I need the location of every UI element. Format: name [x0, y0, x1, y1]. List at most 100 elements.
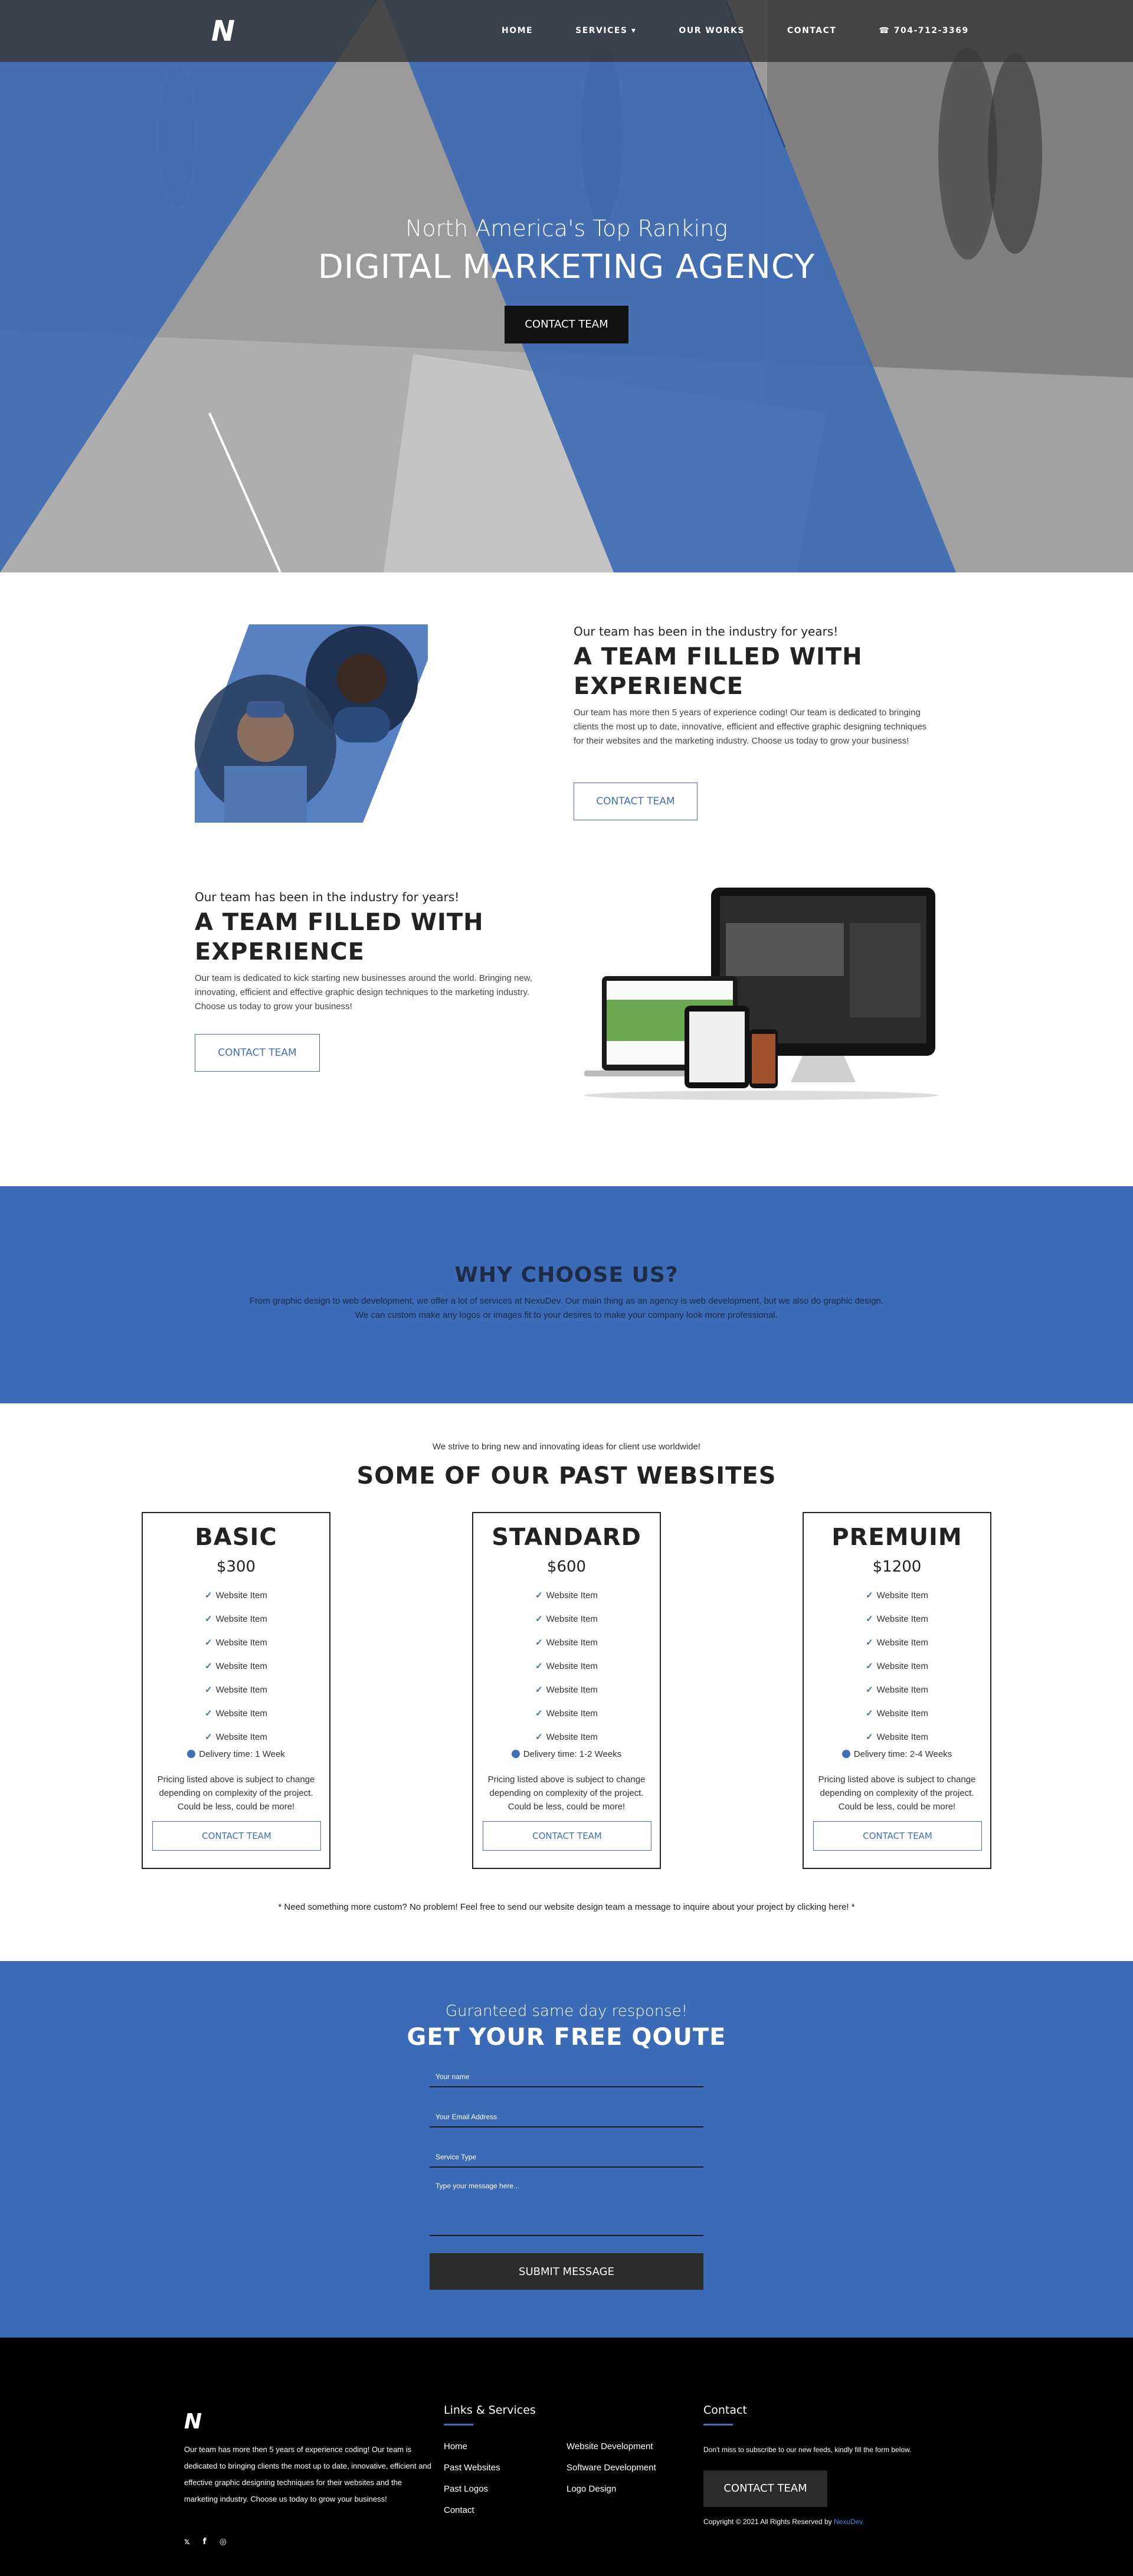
top-navbar: N HOME SERVICES ▾ OUR WORKS CONTACT ☎ 70…	[0, 0, 1133, 62]
hero-contact-button[interactable]: CONTACT TEAM	[505, 306, 628, 343]
check-icon: ✓	[205, 1590, 212, 1600]
list-item: ✓ Website Item	[205, 1732, 267, 1742]
quote-title: GET YOUR FREE QOUTE	[407, 2024, 726, 2051]
check-icon: ✓	[535, 1590, 543, 1600]
footer-link-web-dev[interactable]: Website Development	[566, 2441, 653, 2451]
plan-note: Pricing listed above is subject to chang…	[818, 1775, 976, 1812]
plan-price: $1200	[872, 1558, 922, 1576]
hero-subtitle: North America's Top Ranking	[405, 215, 728, 241]
list-item: ✓ Website Item	[205, 1638, 267, 1648]
message-field[interactable]	[430, 2178, 703, 2236]
footer-contact-button[interactable]: CONTACT TEAM	[703, 2470, 827, 2507]
plan-features: ✓ Website Item ✓ Website Item ✓ Website Ite…	[473, 1584, 660, 1749]
list-item: ✓ Website Item	[535, 1685, 598, 1695]
check-icon: ✓	[866, 1590, 873, 1600]
clock-icon	[187, 1750, 196, 1758]
footer-link-logo-design[interactable]: Logo Design	[566, 2484, 616, 2494]
check-icon: ✓	[205, 1732, 212, 1742]
check-icon: ✓	[535, 1638, 543, 1648]
plan-features: ✓ Website Item ✓ Website Item ✓ Website Ite…	[804, 1584, 990, 1749]
footer: N Our team has more then 5 years of expe…	[0, 2338, 1133, 2576]
plan-note: Pricing listed above is subject to chang…	[157, 1775, 315, 1812]
plan-delivery: Delivery time: 2-4 Weeks	[804, 1749, 990, 1759]
list-item: ✓ Website Item	[535, 1708, 598, 1719]
footer-link-home[interactable]: Home	[444, 2441, 467, 2451]
hero-section: North America's Top Ranking DIGITAL MARK…	[0, 0, 1133, 572]
team1-contact-button[interactable]: CONTACT TEAM	[574, 783, 698, 820]
links-heading: Links & Services	[444, 2404, 536, 2426]
plan-contact-button[interactable]: CONTACT TEAM	[483, 1821, 651, 1851]
nav-our-works[interactable]: OUR WORKS	[679, 26, 744, 35]
custom-project-note[interactable]: * Need something more custom? No problem…	[0, 1902, 1133, 1912]
check-icon: ✓	[535, 1708, 543, 1719]
service-type-field[interactable]	[430, 2148, 703, 2168]
footer-about-text: Our team has more then 5 years of experi…	[184, 2445, 431, 2503]
name-field[interactable]	[430, 2067, 703, 2087]
list-item: ✓ Website Item	[205, 1685, 267, 1695]
check-icon: ✓	[205, 1661, 212, 1671]
pricing-kicker: We strive to bring new and innovating id…	[432, 1442, 701, 1452]
check-icon: ✓	[535, 1614, 543, 1624]
brand-link[interactable]: NexuDev.	[834, 2518, 865, 2526]
list-item: ✓ Website Item	[535, 1661, 598, 1671]
check-icon: ✓	[205, 1614, 212, 1624]
check-icon: ✓	[866, 1661, 873, 1671]
clock-icon	[841, 1750, 850, 1758]
plan-features: ✓ Website Item ✓ Website Item ✓ Website Ite…	[143, 1584, 329, 1749]
nav-services[interactable]: SERVICES ▾	[575, 26, 636, 35]
plan-price: $600	[546, 1558, 587, 1576]
check-icon: ✓	[866, 1685, 873, 1695]
subscribe-text: Don't miss to subscribe to our new feeds…	[703, 2446, 912, 2454]
plan-price: $300	[216, 1558, 256, 1576]
why-text-line1: From graphic design to web development, …	[249, 1296, 884, 1306]
email-field[interactable]	[430, 2107, 703, 2127]
why-text-line2: We can custom make any logos or images f…	[355, 1310, 778, 1320]
device-mockups-image	[584, 888, 938, 1100]
list-item: ✓ Website Item	[205, 1708, 267, 1719]
twitter-icon[interactable]: 𝕩	[184, 2537, 190, 2546]
plan-note: Pricing listed above is subject to chang…	[487, 1775, 646, 1812]
team-section-2: Our team has been in the industry for ye…	[0, 855, 1133, 1186]
team2-contact-button[interactable]: CONTACT TEAM	[195, 1034, 320, 1072]
team2-kicker: Our team has been in the industry for ye…	[195, 890, 460, 904]
team2-text: Our team is dedicated to kick starting n…	[195, 973, 532, 1012]
footer-link-contact[interactable]: Contact	[444, 2505, 474, 2515]
plan-name: BASIC	[195, 1524, 277, 1551]
check-icon: ✓	[205, 1685, 212, 1695]
pricing-section: We strive to bring new and innovating id…	[0, 1403, 1133, 1961]
pricing-card-standard: STANDARD $600 ✓ Website Item ✓ Website Ite…	[472, 1512, 661, 1869]
footer-logo[interactable]: N	[184, 2410, 202, 2434]
clock-icon	[511, 1750, 520, 1758]
hero-background-image	[0, 0, 1133, 572]
plan-name: STANDARD	[492, 1524, 641, 1551]
check-icon: ✓	[205, 1638, 212, 1648]
submit-message-button[interactable]: SUBMIT MESSAGE	[430, 2253, 703, 2290]
list-item: ✓ Website Item	[535, 1638, 598, 1648]
hero-title: DIGITAL MARKETING AGENCY	[317, 248, 816, 286]
plan-name: PREMUIM	[831, 1524, 962, 1551]
list-item: ✓ Website Item	[205, 1661, 267, 1671]
team1-text: Our team has more then 5 years of experi…	[574, 708, 927, 746]
nav-home[interactable]: HOME	[502, 26, 533, 35]
footer-link-past-websites[interactable]: Past Websites	[444, 2463, 500, 2473]
plan-contact-button[interactable]: CONTACT TEAM	[813, 1821, 982, 1851]
facebook-icon[interactable]: f	[203, 2537, 207, 2546]
footer-link-past-logos[interactable]: Past Logos	[444, 2484, 488, 2494]
plan-delivery: Delivery time: 1 Week	[143, 1749, 329, 1759]
brand-logo[interactable]: N	[211, 17, 238, 45]
team1-kicker: Our team has been in the industry for ye…	[574, 624, 839, 639]
team-photo-collage	[195, 624, 428, 823]
contact-heading: Contact	[703, 2404, 747, 2426]
social-links: 𝕩 f ◎	[184, 2537, 227, 2546]
plan-contact-button[interactable]: CONTACT TEAM	[152, 1821, 321, 1851]
check-icon: ✓	[535, 1732, 543, 1742]
nav-contact[interactable]: CONTACT	[787, 26, 837, 35]
list-item: ✓ Website Item	[866, 1638, 928, 1648]
nav-links: HOME SERVICES ▾ OUR WORKS CONTACT ☎ 704-…	[502, 26, 969, 35]
team2-title: A TEAM FILLED WITH EXPERIENCE	[195, 909, 484, 965]
instagram-icon[interactable]: ◎	[220, 2537, 227, 2546]
footer-link-software-dev[interactable]: Software Development	[566, 2463, 656, 2473]
nav-phone[interactable]: ☎ 704-712-3369	[879, 26, 968, 35]
list-item: ✓ Website Item	[866, 1590, 928, 1600]
pricing-title: SOME OF OUR PAST WEBSITES	[356, 1462, 777, 1490]
